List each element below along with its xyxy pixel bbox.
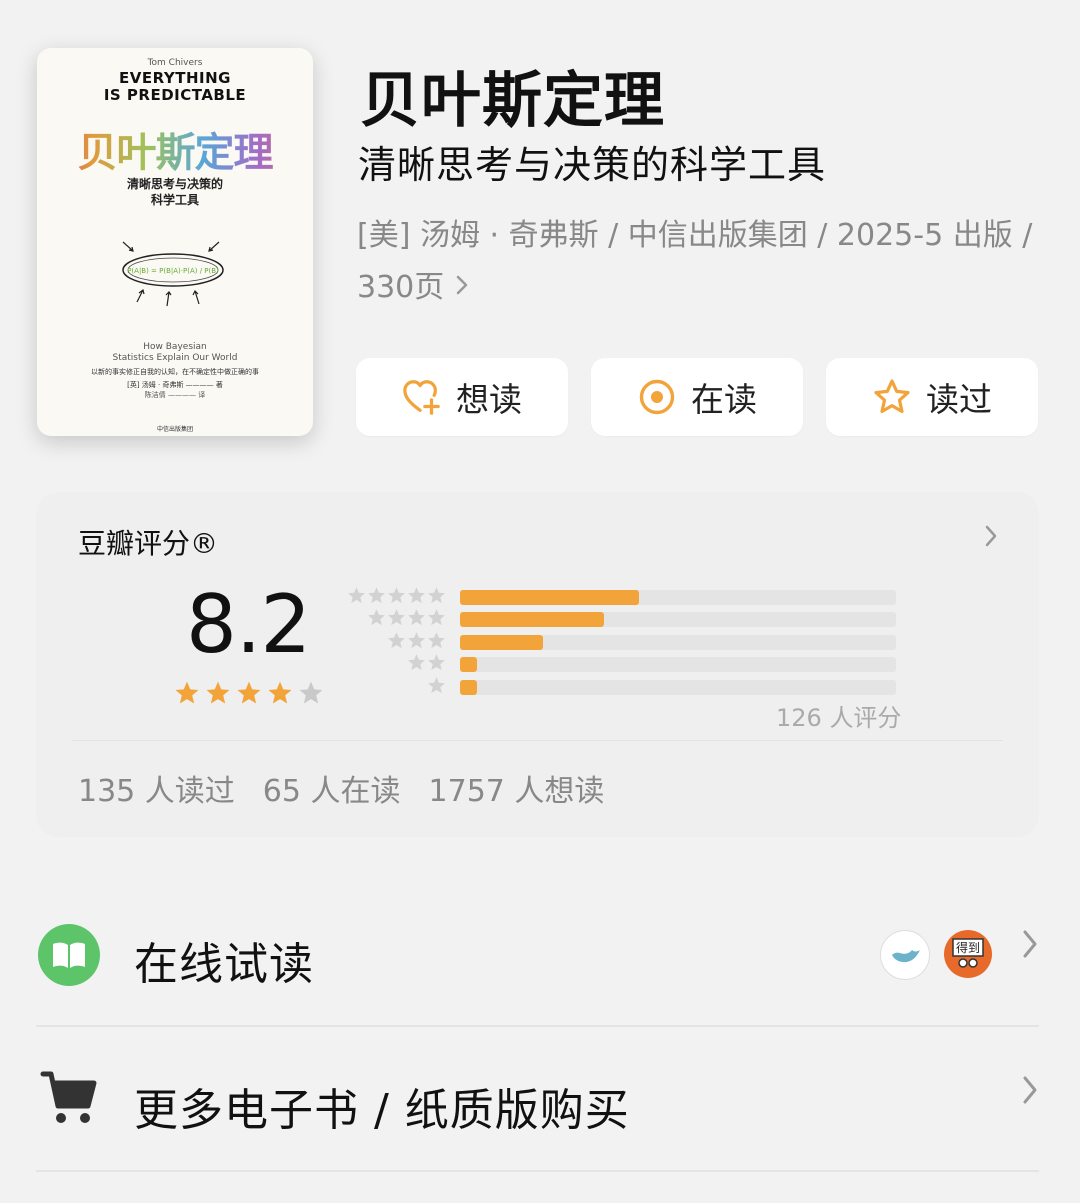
chevron-right-icon[interactable] xyxy=(983,522,999,557)
rating-row-stars xyxy=(348,631,446,654)
rating-bar-fill xyxy=(460,657,478,673)
star-small-icon xyxy=(387,608,406,631)
rating-bar-fill xyxy=(460,679,478,695)
read-count[interactable]: 135 人读过 xyxy=(78,766,235,810)
book-icon xyxy=(38,924,100,986)
rating-bar-track xyxy=(460,634,896,650)
cart-icon xyxy=(38,1068,100,1130)
book-meta[interactable]: [美] 汤姆 · 奇弗斯 / 中信出版集团 / 2025-5 出版 / 330页 xyxy=(357,210,1047,314)
rating-bar-track xyxy=(460,679,896,695)
cover-author-en: Tom Chivers xyxy=(147,58,203,68)
rating-bar-track xyxy=(460,589,896,605)
reading-button[interactable]: 在读 xyxy=(591,358,803,436)
star-small-icon xyxy=(427,676,446,699)
dedao-label: 得到 xyxy=(956,940,980,955)
rating-row-stars xyxy=(348,653,446,676)
list-divider xyxy=(36,1025,1039,1027)
rating-distribution xyxy=(348,586,896,699)
rating-bar-fill xyxy=(460,634,543,650)
star-outline-icon xyxy=(872,377,912,417)
star-small-icon xyxy=(407,586,426,609)
dedao-partner-icon[interactable]: 得到 xyxy=(944,930,992,978)
card-divider xyxy=(72,740,1003,741)
cover-subtitle-zh: 清晰思考与决策的 科学工具 xyxy=(126,177,223,207)
rating-row-1 xyxy=(348,676,896,699)
reading-label: 在读 xyxy=(691,380,757,419)
book-cover[interactable]: Tom Chivers EVERYTHING IS PREDICTABLE 贝叶… xyxy=(37,48,313,436)
cover-formula: P(A|B) = P(B|A)·P(A) / P(B) xyxy=(127,267,219,275)
star-filled-icon xyxy=(174,680,200,710)
star-small-icon xyxy=(427,586,446,609)
rating-bar-fill xyxy=(460,612,604,628)
star-small-icon xyxy=(387,631,406,654)
rating-score: 8.2 xyxy=(186,578,311,671)
cover-tagline: 以新的事实修正自我的认知，在不确定性中做正确的事 xyxy=(91,368,259,376)
rating-row-stars xyxy=(348,608,446,631)
star-small-icon xyxy=(387,586,406,609)
star-small-icon xyxy=(367,608,386,631)
star-small-icon xyxy=(407,631,426,654)
cover-formula-illustration: P(A|B) = P(B|A)·P(A) / P(B) xyxy=(122,241,224,307)
target-circle-icon xyxy=(637,377,677,417)
rating-stars xyxy=(174,680,324,710)
cover-title-zh: 贝叶斯定理 xyxy=(37,120,313,178)
rating-heading: 豆瓣评分® xyxy=(78,527,219,560)
buy-label: 更多电子书 / 纸质版购买 xyxy=(134,1085,630,1136)
want-count[interactable]: 1757 人想读 xyxy=(429,766,605,810)
cover-translator: 陈洁倩 ———— 译 xyxy=(144,391,206,399)
star-small-icon xyxy=(427,608,446,631)
chevron-right-icon xyxy=(454,262,470,314)
have-read-label: 读过 xyxy=(926,380,992,419)
heart-plus-icon xyxy=(402,377,442,417)
book-title: 贝叶斯定理 xyxy=(360,66,665,136)
chevron-right-icon xyxy=(1021,1074,1039,1115)
rating-bar-track xyxy=(460,657,896,673)
trial-read-row[interactable]: 在线试读 得到 xyxy=(36,894,1039,1014)
star-small-icon xyxy=(407,608,426,631)
reading-count[interactable]: 65 人在读 xyxy=(263,766,401,810)
star-small-icon xyxy=(347,586,366,609)
trial-read-label: 在线试读 xyxy=(134,939,314,990)
rating-row-stars xyxy=(348,586,446,609)
book-subtitle: 清晰思考与决策的科学工具 xyxy=(358,143,827,187)
rating-row-stars xyxy=(348,676,446,699)
bird-partner-icon[interactable] xyxy=(880,930,930,980)
cover-author-zh: [英] 汤姆 · 奇弗斯 ———— 著 xyxy=(127,381,223,389)
rating-row-4 xyxy=(348,609,896,632)
star-filled-icon xyxy=(267,680,293,710)
rating-bar-fill xyxy=(460,589,639,605)
star-empty-icon xyxy=(298,680,324,710)
star-small-icon xyxy=(427,631,446,654)
want-to-read-button[interactable]: 想读 xyxy=(356,358,568,436)
rating-count: 126 人评分 xyxy=(776,704,902,732)
reader-stats: 135 人读过 65 人在读 1757 人想读 xyxy=(78,766,604,810)
rating-row-2 xyxy=(348,654,896,677)
star-filled-icon xyxy=(236,680,262,710)
rating-row-5 xyxy=(348,586,896,609)
star-filled-icon xyxy=(205,680,231,710)
star-small-icon xyxy=(367,586,386,609)
rating-row-3 xyxy=(348,631,896,654)
star-small-icon xyxy=(427,653,446,676)
chevron-right-icon xyxy=(1021,928,1039,969)
want-to-read-label: 想读 xyxy=(456,380,522,419)
cover-publisher: 中信出版集团 xyxy=(156,426,193,433)
star-small-icon xyxy=(407,653,426,676)
rating-bar-track xyxy=(460,612,896,628)
have-read-button[interactable]: 读过 xyxy=(826,358,1038,436)
buy-row[interactable]: 更多电子书 / 纸质版购买 xyxy=(36,1040,1039,1160)
cover-subtitle-en: How Bayesian Statistics Explain Our Worl… xyxy=(112,342,238,363)
rating-card[interactable]: 豆瓣评分® 8.2 126 人评分 135 人读过 65 人在读 1757 人想… xyxy=(36,492,1039,837)
cover-title-en: EVERYTHING IS PREDICTABLE xyxy=(103,69,247,104)
list-divider xyxy=(36,1170,1039,1172)
